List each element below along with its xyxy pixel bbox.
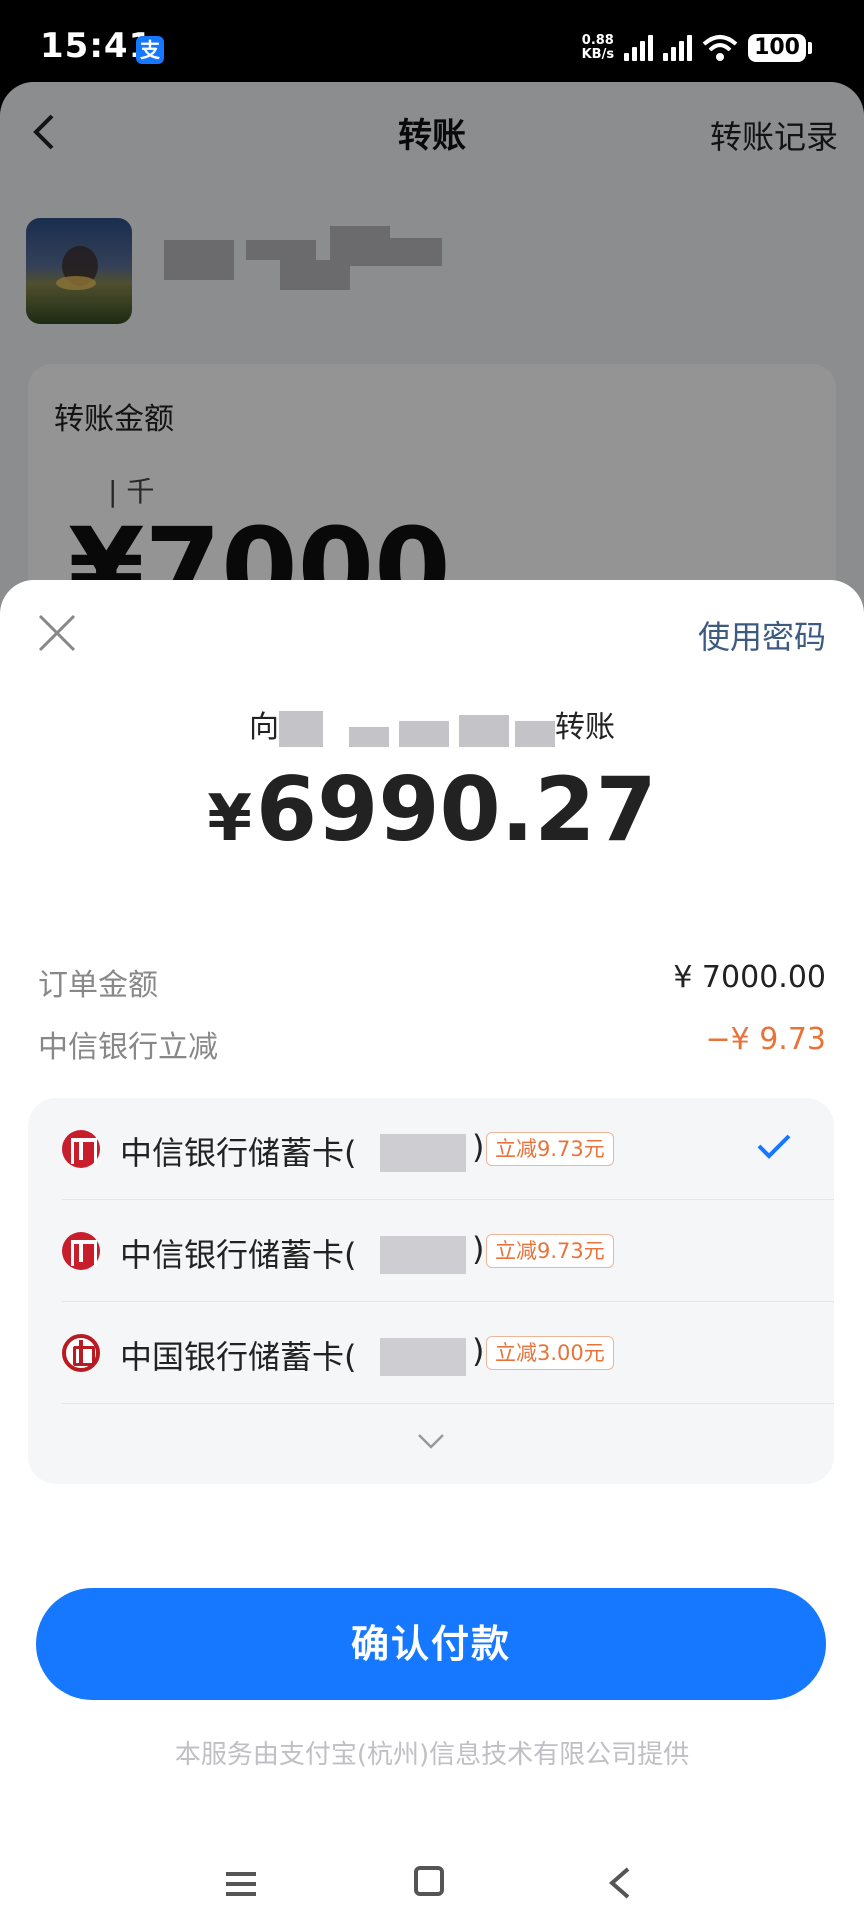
- service-provider-note: 本服务由支付宝(杭州)信息技术有限公司提供: [174, 1740, 690, 1770]
- status-indicators: 0.88 KB/s 100: [582, 34, 812, 62]
- order-amount-value: ¥ 7000.00: [673, 960, 826, 995]
- discount-tag: 立减3.00元: [486, 1336, 614, 1370]
- payment-amount: ¥6990.27: [207, 758, 657, 861]
- order-amount-label: 订单金额: [38, 968, 158, 1003]
- signal-icon: [624, 35, 654, 61]
- discount-tag: 立减9.73元: [486, 1234, 614, 1268]
- use-password-link[interactable]: 使用密码: [698, 612, 826, 658]
- card-number-blurred: [380, 1338, 466, 1376]
- card-number-blurred: [380, 1236, 466, 1274]
- chevron-down-icon[interactable]: [416, 1432, 446, 1450]
- payee-name-blurred: [279, 710, 555, 747]
- signal-icon: [663, 35, 693, 61]
- battery-icon: 100: [748, 34, 812, 62]
- discount-tag: 立减9.73元: [486, 1132, 614, 1166]
- battery-level: 100: [748, 34, 806, 62]
- back-icon[interactable]: [604, 1866, 634, 1900]
- payee-line: 向 转账: [249, 710, 615, 747]
- discount-value: −¥ 9.73: [705, 1022, 826, 1057]
- confirm-payment-button[interactable]: 确认付款: [36, 1588, 826, 1700]
- payment-sheet: 使用密码 向 转账 ¥6990.27 订单金额 ¥ 7000.00 中信银行立减…: [0, 580, 864, 1920]
- close-icon[interactable]: [36, 612, 78, 654]
- network-speed: 0.88 KB/s: [581, 33, 615, 62]
- discount-label: 中信银行立减: [38, 1030, 218, 1065]
- home-icon[interactable]: [414, 1866, 444, 1896]
- payment-method-item[interactable]: 中国银行储蓄卡( ) 立减3.00元: [28, 1302, 834, 1404]
- payment-method-item[interactable]: 中信银行储蓄卡( ) 立减9.73元: [28, 1200, 834, 1302]
- system-nav-bar: [0, 1842, 864, 1920]
- menu-icon[interactable]: [224, 1870, 258, 1898]
- payment-method-item[interactable]: 中信银行储蓄卡( ) 立减9.73元: [28, 1098, 834, 1200]
- wifi-icon: [702, 35, 738, 61]
- discount-row: 中信银行立减 −¥ 9.73: [38, 1022, 826, 1066]
- citic-bank-icon: [62, 1130, 100, 1168]
- alipay-notification-icon: 支: [136, 36, 164, 64]
- check-icon: [757, 1134, 791, 1159]
- payment-method-list: 中信银行储蓄卡( ) 立减9.73元 中信银行储蓄卡( ) 立减9.73元 中国…: [28, 1098, 834, 1484]
- order-amount-row: 订单金额 ¥ 7000.00: [38, 960, 826, 1004]
- boc-bank-icon: [62, 1334, 100, 1372]
- citic-bank-icon: [62, 1232, 100, 1270]
- card-number-blurred: [380, 1134, 466, 1172]
